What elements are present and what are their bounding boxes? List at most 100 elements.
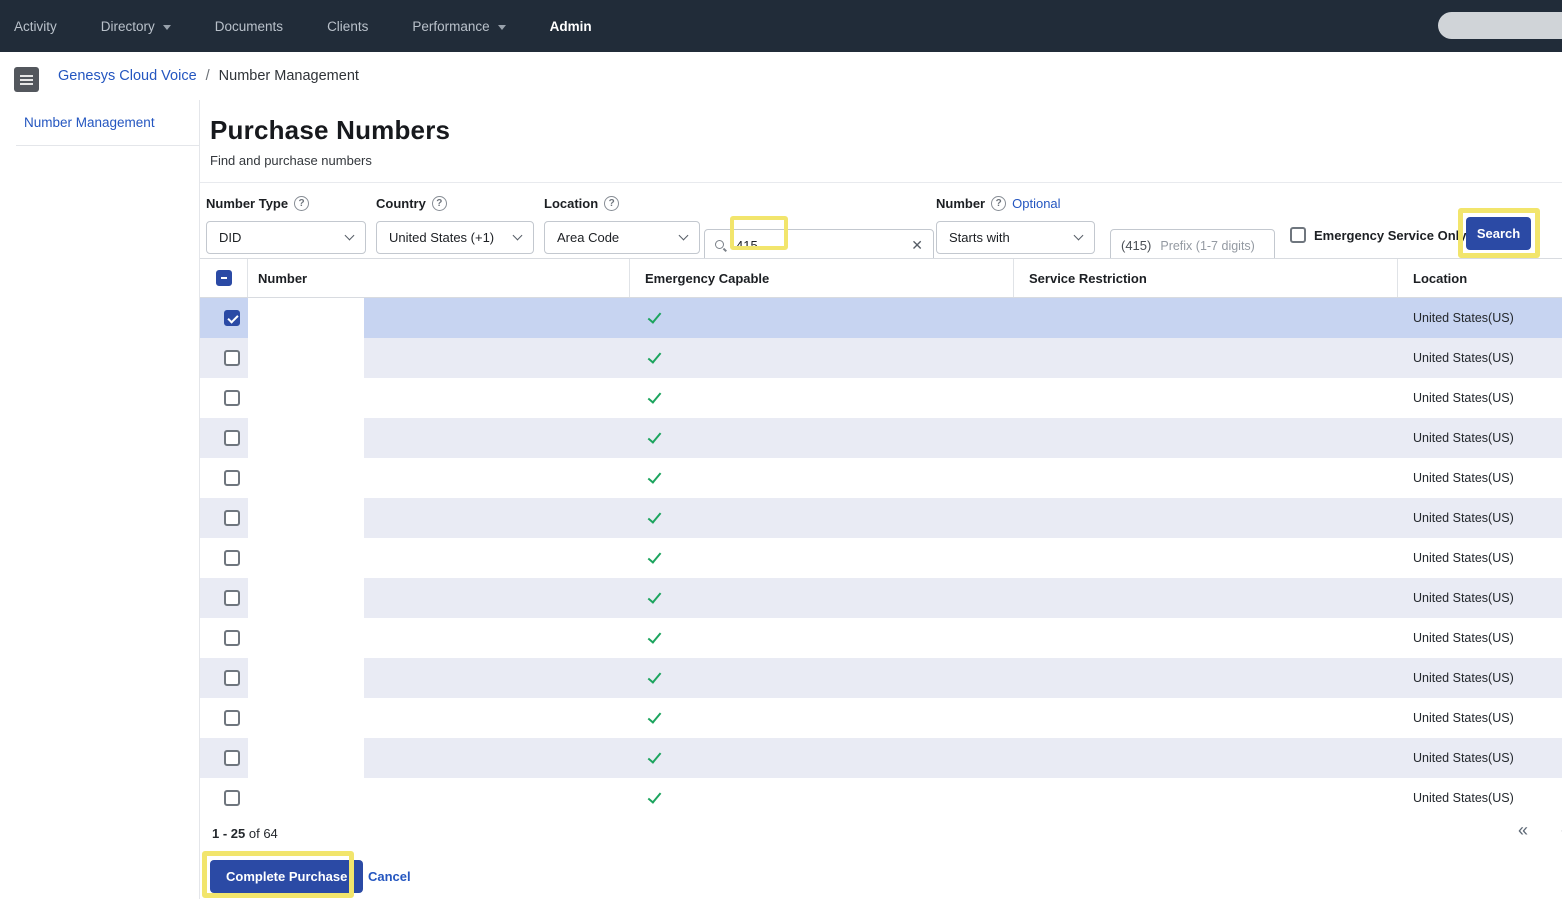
row-number-cell xyxy=(248,538,630,578)
pagination-range: 1 - 25 xyxy=(212,826,245,841)
emergency-capable-check-icon xyxy=(648,669,662,683)
help-icon[interactable]: ? xyxy=(991,196,1006,211)
redacted-number xyxy=(248,698,364,738)
row-checkbox-cell xyxy=(200,418,248,458)
row-location: United States(US) xyxy=(1398,738,1562,778)
row-emergency-cell xyxy=(630,538,1014,578)
row-checkbox[interactable] xyxy=(224,550,240,566)
breadcrumb-parent-link[interactable]: Genesys Cloud Voice xyxy=(58,68,197,84)
row-service-restriction xyxy=(1014,698,1398,738)
table-row[interactable]: United States(US) xyxy=(200,498,1562,538)
table-row[interactable]: United States(US) xyxy=(200,378,1562,418)
row-service-restriction xyxy=(1014,458,1398,498)
sidebar: Number Management xyxy=(0,100,200,899)
nav-item-documents[interactable]: Documents xyxy=(215,19,283,34)
emergency-capable-check-icon xyxy=(648,509,662,523)
row-checkbox[interactable] xyxy=(224,790,240,806)
table-row[interactable]: United States(US) xyxy=(200,338,1562,378)
table-row[interactable]: United States(US) xyxy=(200,578,1562,618)
chevron-down-icon xyxy=(498,25,506,30)
select-all-checkbox[interactable] xyxy=(216,270,232,286)
help-icon[interactable]: ? xyxy=(294,196,309,211)
area-code-search-value: 415 xyxy=(736,238,758,253)
number-type-select[interactable]: DID xyxy=(206,221,366,254)
app: Activity Directory Documents Clients Per… xyxy=(0,0,1562,899)
table-row[interactable]: United States(US) xyxy=(200,778,1562,818)
row-service-restriction xyxy=(1014,618,1398,658)
table-row[interactable]: United States(US) xyxy=(200,538,1562,578)
location-type-select[interactable]: Area Code xyxy=(544,221,700,254)
redacted-number xyxy=(248,778,364,818)
table-row[interactable]: United States(US) xyxy=(200,458,1562,498)
page-subtitle: Find and purchase numbers xyxy=(210,153,1562,168)
top-navigation: Activity Directory Documents Clients Per… xyxy=(0,0,1562,52)
row-emergency-cell xyxy=(630,418,1014,458)
cancel-button[interactable]: Cancel xyxy=(368,860,411,893)
sidebar-toggle-button[interactable] xyxy=(14,67,39,92)
row-emergency-cell xyxy=(630,698,1014,738)
first-page-icon[interactable]: « xyxy=(1518,820,1528,841)
table-row[interactable]: United States(US) xyxy=(200,618,1562,658)
row-location: United States(US) xyxy=(1398,658,1562,698)
search-icon xyxy=(715,240,727,252)
row-checkbox-cell xyxy=(200,658,248,698)
table-row[interactable]: United States(US) xyxy=(200,738,1562,778)
row-number-cell xyxy=(248,378,630,418)
filter-country: Country ? United States (+1) xyxy=(376,195,534,254)
chevron-down-icon xyxy=(1074,231,1084,241)
row-service-restriction xyxy=(1014,498,1398,538)
emergency-capable-check-icon xyxy=(648,589,662,603)
help-icon[interactable]: ? xyxy=(432,196,447,211)
row-number-cell xyxy=(248,578,630,618)
table-header: Number Emergency Capable Service Restric… xyxy=(200,258,1562,298)
search-button[interactable]: Search xyxy=(1466,217,1531,250)
table-row[interactable]: United States(US) xyxy=(200,658,1562,698)
topnav-search-input[interactable] xyxy=(1438,12,1562,39)
country-select[interactable]: United States (+1) xyxy=(376,221,534,254)
row-checkbox[interactable] xyxy=(224,390,240,406)
row-checkbox[interactable] xyxy=(224,750,240,766)
filter-number-type: Number Type ? DID xyxy=(206,195,366,254)
nav-item-label: Performance xyxy=(412,19,489,34)
complete-purchase-button[interactable]: Complete Purchase xyxy=(210,860,363,893)
emergency-capable-check-icon xyxy=(648,629,662,643)
row-checkbox[interactable] xyxy=(224,430,240,446)
row-service-restriction xyxy=(1014,338,1398,378)
number-match-select[interactable]: Starts with xyxy=(936,221,1095,254)
nav-item-admin[interactable]: Admin xyxy=(550,19,592,34)
chevron-down-icon xyxy=(679,231,689,241)
number-prefix-placeholder: Prefix (1-7 digits) xyxy=(1160,239,1254,253)
row-checkbox[interactable] xyxy=(224,470,240,486)
hamburger-icon xyxy=(20,79,33,81)
redacted-number xyxy=(248,458,364,498)
clear-icon[interactable]: ✕ xyxy=(911,237,923,254)
row-checkbox[interactable] xyxy=(224,310,240,326)
redacted-number xyxy=(248,418,364,458)
nav-item-performance[interactable]: Performance xyxy=(412,19,505,34)
country-label: Country xyxy=(376,196,426,211)
row-location: United States(US) xyxy=(1398,418,1562,458)
emergency-capable-check-icon xyxy=(648,709,662,723)
help-icon[interactable]: ? xyxy=(604,196,619,211)
row-checkbox[interactable] xyxy=(224,510,240,526)
table-row[interactable]: United States(US) xyxy=(200,418,1562,458)
row-checkbox-cell xyxy=(200,298,248,338)
table-row[interactable]: United States(US) xyxy=(200,298,1562,338)
table-row[interactable]: United States(US) xyxy=(200,698,1562,738)
row-checkbox[interactable] xyxy=(224,350,240,366)
sidebar-item-number-management[interactable]: Number Management xyxy=(16,100,199,146)
row-checkbox[interactable] xyxy=(224,630,240,646)
nav-item-activity[interactable]: Activity xyxy=(14,19,57,34)
row-checkbox[interactable] xyxy=(224,670,240,686)
table-body: United States(US) United States(US) Unit… xyxy=(200,298,1562,818)
chevron-down-icon xyxy=(345,231,355,241)
nav-item-clients[interactable]: Clients xyxy=(327,19,368,34)
emergency-capable-check-icon xyxy=(648,549,662,563)
pagination: 1 - 25 of 64 xyxy=(212,826,278,841)
nav-item-directory[interactable]: Directory xyxy=(101,19,171,34)
row-checkbox[interactable] xyxy=(224,710,240,726)
emergency-only-checkbox[interactable] xyxy=(1290,227,1306,243)
column-header-number: Number xyxy=(248,259,630,297)
row-checkbox[interactable] xyxy=(224,590,240,606)
row-number-cell xyxy=(248,418,630,458)
